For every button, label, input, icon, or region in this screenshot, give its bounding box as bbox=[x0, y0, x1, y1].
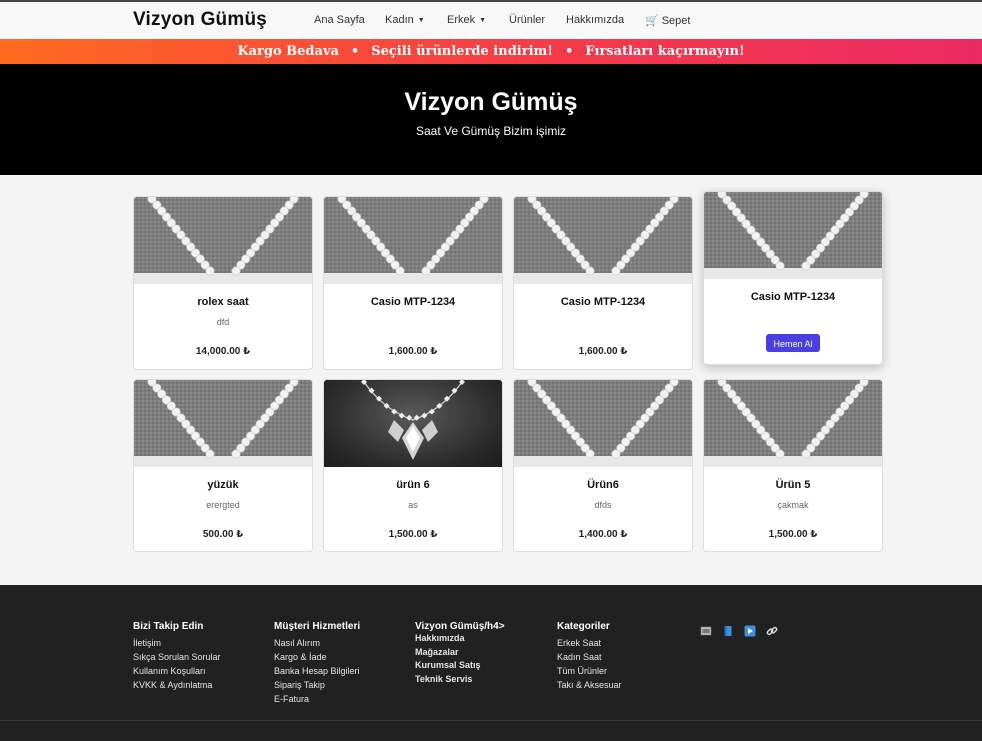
product-price: 1,400.00 ₺ bbox=[578, 529, 628, 540]
social-icons bbox=[700, 625, 778, 637]
footer-link-faq[interactable]: Sıkça Sorulan Sorular bbox=[133, 650, 221, 664]
product-image[interactable] bbox=[514, 197, 692, 284]
nav-cart[interactable]: 🛒 Sepet bbox=[645, 14, 690, 27]
footer-link-about[interactable]: Hakkımızda bbox=[415, 632, 505, 646]
product-card[interactable]: rolex saat dfd 14,000.00 ₺ bbox=[133, 196, 313, 370]
chevron-down-icon: ▼ bbox=[417, 17, 425, 24]
product-title[interactable]: rolex saat bbox=[134, 296, 312, 308]
product-image[interactable] bbox=[514, 380, 692, 467]
nav-men-dropdown[interactable]: Erkek ▼ bbox=[447, 14, 486, 26]
product-price: 1,500.00 ₺ bbox=[768, 529, 818, 540]
product-description: as bbox=[408, 500, 418, 510]
buy-now-button[interactable]: Hemen Al bbox=[766, 334, 820, 352]
product-image[interactable] bbox=[324, 380, 502, 467]
footer-column-categories: Kategoriler Erkek Saat Kadın Saat Tüm Ür… bbox=[557, 621, 622, 692]
footer-column-follow: Bizi Takip Edin İletişim Sıkça Sorulan S… bbox=[133, 621, 221, 692]
footer-link-men-watch[interactable]: Erkek Saat bbox=[557, 636, 622, 650]
product-price: 500.00 ₺ bbox=[202, 529, 244, 540]
footer-heading: Müşteri Hizmetleri bbox=[274, 621, 361, 632]
footer-link-shipping-returns[interactable]: Kargo & İade bbox=[274, 650, 360, 664]
navbar: Vizyon Gümüş Ana Sayfa Kadın ▼ Erkek ▼ Ürü… bbox=[0, 2, 982, 40]
hero-section: Vizyon Gümüş Saat Ve Gümüş Bizim işimiz bbox=[0, 64, 982, 175]
footer-link-all-products[interactable]: Tüm Ürünler bbox=[557, 664, 622, 678]
promo-item: Kargo Bedava bbox=[237, 44, 339, 59]
product-price: 1,500.00 ₺ bbox=[388, 529, 438, 540]
footer-column-company: Vizyon Gümüş/h4> Hakkımızda Mağazalar Ku… bbox=[415, 621, 505, 686]
chevron-down-icon: ▼ bbox=[479, 17, 487, 24]
footer: Bizi Takip Edin İletişim Sıkça Sorulan S… bbox=[0, 585, 982, 741]
product-title[interactable]: yüzük bbox=[134, 479, 312, 491]
product-description: erergted bbox=[206, 500, 240, 510]
product-card[interactable]: Ürün 5 çakmak 1,500.00 ₺ bbox=[703, 379, 883, 552]
footer-link-tech-service[interactable]: Teknik Servis bbox=[415, 673, 505, 687]
product-description: dfd bbox=[216, 317, 230, 327]
promo-banner: Kargo Bedava • Seçili ürünlerde indirim!… bbox=[0, 39, 982, 64]
product-title[interactable]: Casio MTP-1234 bbox=[324, 296, 502, 308]
footer-link-kvkk[interactable]: KVKK & Aydınlatma bbox=[133, 678, 221, 692]
product-title[interactable]: Casio MTP-1234 bbox=[704, 291, 882, 303]
footer-link-jewelry[interactable]: Takı & Aksesuar bbox=[557, 678, 622, 692]
promo-separator: • bbox=[564, 44, 574, 59]
product-title[interactable]: Ürün 5 bbox=[704, 479, 882, 491]
hero-subtitle: Saat Ve Gümüş Bizim işimiz bbox=[415, 124, 567, 138]
product-card[interactable]: yüzük erergted 500.00 ₺ bbox=[133, 379, 313, 552]
link-icon[interactable] bbox=[766, 625, 778, 637]
product-card[interactable]: ürün 6 as 1,500.00 ₺ bbox=[323, 379, 503, 552]
product-description: dfds bbox=[594, 500, 612, 510]
footer-heading: Kategoriler bbox=[557, 621, 610, 632]
footer-link-how-to-buy[interactable]: Nasıl Alırım bbox=[274, 636, 360, 650]
footer-link-e-invoice[interactable]: E-Fatura bbox=[274, 692, 360, 706]
nav-home[interactable]: Ana Sayfa bbox=[314, 14, 365, 26]
product-card[interactable]: Casio MTP-1234 Hemen Al bbox=[703, 191, 883, 365]
product-price: 14,000.00 ₺ bbox=[195, 346, 251, 357]
footer-link-terms[interactable]: Kullanım Koşulları bbox=[133, 664, 221, 678]
footer-divider bbox=[0, 720, 982, 721]
footer-link-contact[interactable]: İletişim bbox=[133, 636, 221, 650]
promo-item: Seçili ürünlerde indirim! bbox=[371, 44, 553, 59]
brand-logo[interactable]: Vizyon Gümüş bbox=[133, 9, 267, 31]
product-image[interactable] bbox=[704, 380, 882, 467]
footer-link-corporate-sales[interactable]: Kurumsal Satış bbox=[415, 659, 505, 673]
footer-link-stores[interactable]: Mağazalar bbox=[415, 646, 505, 660]
product-title[interactable]: ürün 6 bbox=[324, 479, 502, 491]
footer-link-order-tracking[interactable]: Sipariş Takip bbox=[274, 678, 360, 692]
hero-title: Vizyon Gümüş bbox=[404, 88, 578, 116]
product-image[interactable] bbox=[134, 197, 312, 284]
cart-icon: 🛒 bbox=[645, 15, 659, 27]
nav-about[interactable]: Hakkımızda bbox=[566, 14, 624, 26]
product-price: 1,600.00 ₺ bbox=[388, 346, 438, 357]
play-icon[interactable] bbox=[744, 625, 756, 637]
image-icon[interactable] bbox=[700, 625, 712, 637]
product-title[interactable]: Casio MTP-1234 bbox=[514, 296, 692, 308]
footer-heading: Vizyon Gümüş/h4> bbox=[415, 621, 505, 632]
nav-products[interactable]: Ürünler bbox=[509, 14, 545, 26]
product-card[interactable]: Casio MTP-1234 1,600.00 ₺ bbox=[323, 196, 503, 370]
product-title[interactable]: Ürün6 bbox=[514, 479, 692, 491]
product-image[interactable] bbox=[324, 197, 502, 284]
product-card[interactable]: Casio MTP-1234 1,600.00 ₺ bbox=[513, 196, 693, 370]
product-description: çakmak bbox=[777, 500, 809, 510]
product-price: 1,600.00 ₺ bbox=[578, 346, 628, 357]
footer-column-customer-service: Müşteri Hizmetleri Nasıl Alırım Kargo & … bbox=[274, 621, 360, 706]
product-image[interactable] bbox=[134, 380, 312, 467]
promo-separator: • bbox=[350, 44, 360, 59]
product-card[interactable]: Ürün6 dfds 1,400.00 ₺ bbox=[513, 379, 693, 552]
promo-item: Fırsatları kaçırmayın! bbox=[585, 44, 745, 59]
product-image[interactable] bbox=[704, 192, 882, 279]
bookmark-icon[interactable] bbox=[722, 625, 734, 637]
footer-link-bank-info[interactable]: Banka Hesap Bilgileri bbox=[274, 664, 360, 678]
nav-women-dropdown[interactable]: Kadın ▼ bbox=[385, 14, 425, 26]
footer-heading: Bizi Takip Edin bbox=[133, 621, 204, 632]
footer-link-women-watch[interactable]: Kadın Saat bbox=[557, 650, 622, 664]
